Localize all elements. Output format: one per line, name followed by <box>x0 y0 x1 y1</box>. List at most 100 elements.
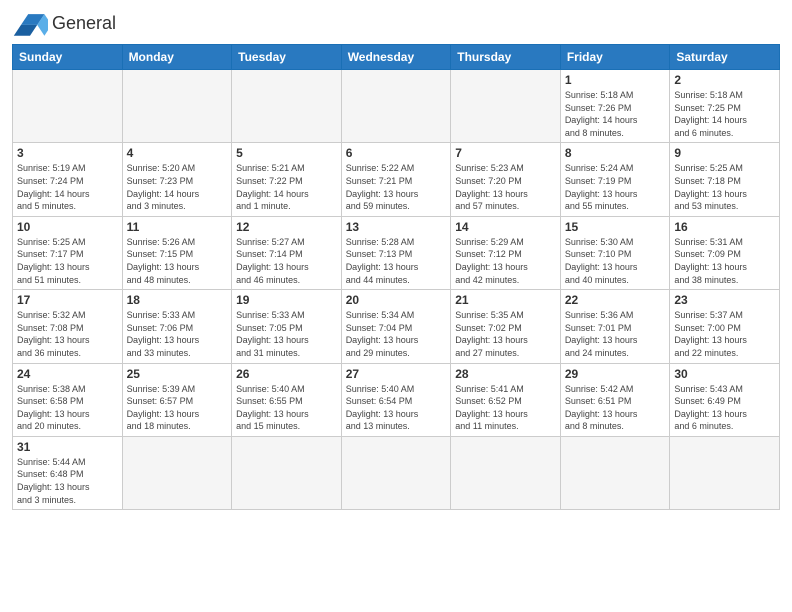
day-number: 25 <box>127 367 228 381</box>
day-info: Sunrise: 5:22 AM Sunset: 7:21 PM Dayligh… <box>346 162 447 212</box>
calendar-cell <box>451 70 561 143</box>
calendar-cell: 22 Sunrise: 5:36 AM Sunset: 7:01 PM Dayli… <box>560 290 670 363</box>
day-number: 12 <box>236 220 337 234</box>
day-info: Sunrise: 5:25 AM Sunset: 7:17 PM Dayligh… <box>17 236 118 286</box>
calendar-cell <box>560 436 670 509</box>
day-number: 3 <box>17 146 118 160</box>
day-number: 20 <box>346 293 447 307</box>
day-info: Sunrise: 5:32 AM Sunset: 7:08 PM Dayligh… <box>17 309 118 359</box>
logo-icon <box>12 10 48 38</box>
day-number: 29 <box>565 367 666 381</box>
day-number: 4 <box>127 146 228 160</box>
day-info: Sunrise: 5:36 AM Sunset: 7:01 PM Dayligh… <box>565 309 666 359</box>
day-number: 24 <box>17 367 118 381</box>
week-row-5: 24Sunrise: 5:38 AM Sunset: 6:58 PM Dayli… <box>13 363 780 436</box>
day-number: 30 <box>674 367 775 381</box>
calendar-cell: 23 Sunrise: 5:37 AM Sunset: 7:00 PM Dayli… <box>670 290 780 363</box>
day-info: Sunrise: 5:39 AM Sunset: 6:57 PM Dayligh… <box>127 383 228 433</box>
logo: General <box>12 10 116 38</box>
day-number: 23 <box>674 293 775 307</box>
calendar-cell: 30Sunrise: 5:43 AM Sunset: 6:49 PM Dayli… <box>670 363 780 436</box>
calendar-cell: 7 Sunrise: 5:23 AM Sunset: 7:20 PM Daylig… <box>451 143 561 216</box>
weekday-header-wednesday: Wednesday <box>341 45 451 70</box>
weekday-header-monday: Monday <box>122 45 232 70</box>
calendar-cell <box>122 436 232 509</box>
calendar-cell: 9Sunrise: 5:25 AM Sunset: 7:18 PM Daylig… <box>670 143 780 216</box>
calendar-cell: 18Sunrise: 5:33 AM Sunset: 7:06 PM Dayli… <box>122 290 232 363</box>
week-row-4: 17 Sunrise: 5:32 AM Sunset: 7:08 PM Dayli… <box>13 290 780 363</box>
week-row-1: 1Sunrise: 5:18 AM Sunset: 7:26 PM Daylig… <box>13 70 780 143</box>
calendar-cell: 28Sunrise: 5:41 AM Sunset: 6:52 PM Dayli… <box>451 363 561 436</box>
day-info: Sunrise: 5:28 AM Sunset: 7:13 PM Dayligh… <box>346 236 447 286</box>
weekday-header-row: SundayMondayTuesdayWednesdayThursdayFrid… <box>13 45 780 70</box>
day-info: Sunrise: 5:29 AM Sunset: 7:12 PM Dayligh… <box>455 236 556 286</box>
weekday-header-sunday: Sunday <box>13 45 123 70</box>
calendar-cell <box>341 436 451 509</box>
day-number: 21 <box>455 293 556 307</box>
day-info: Sunrise: 5:27 AM Sunset: 7:14 PM Dayligh… <box>236 236 337 286</box>
calendar-cell: 13 Sunrise: 5:28 AM Sunset: 7:13 PM Dayli… <box>341 216 451 289</box>
calendar-cell: 20 Sunrise: 5:34 AM Sunset: 7:04 PM Dayli… <box>341 290 451 363</box>
day-number: 19 <box>236 293 337 307</box>
calendar-cell: 25 Sunrise: 5:39 AM Sunset: 6:57 PM Dayli… <box>122 363 232 436</box>
logo-text: General <box>52 14 116 34</box>
calendar-cell: 4Sunrise: 5:20 AM Sunset: 7:23 PM Daylig… <box>122 143 232 216</box>
day-number: 11 <box>127 220 228 234</box>
calendar-cell <box>341 70 451 143</box>
calendar-cell: 12 Sunrise: 5:27 AM Sunset: 7:14 PM Dayli… <box>232 216 342 289</box>
calendar-cell <box>232 70 342 143</box>
day-number: 26 <box>236 367 337 381</box>
weekday-header-friday: Friday <box>560 45 670 70</box>
day-number: 10 <box>17 220 118 234</box>
day-number: 27 <box>346 367 447 381</box>
calendar-cell: 15 Sunrise: 5:30 AM Sunset: 7:10 PM Dayli… <box>560 216 670 289</box>
day-info: Sunrise: 5:30 AM Sunset: 7:10 PM Dayligh… <box>565 236 666 286</box>
calendar-cell <box>122 70 232 143</box>
day-number: 2 <box>674 73 775 87</box>
day-number: 7 <box>455 146 556 160</box>
day-info: Sunrise: 5:31 AM Sunset: 7:09 PM Dayligh… <box>674 236 775 286</box>
day-info: Sunrise: 5:33 AM Sunset: 7:06 PM Dayligh… <box>127 309 228 359</box>
day-info: Sunrise: 5:23 AM Sunset: 7:20 PM Dayligh… <box>455 162 556 212</box>
page: General SundayMondayTuesdayWednesdayThur… <box>0 0 792 612</box>
calendar: SundayMondayTuesdayWednesdayThursdayFrid… <box>12 44 780 510</box>
day-number: 13 <box>346 220 447 234</box>
calendar-cell: 3 Sunrise: 5:19 AM Sunset: 7:24 PM Daylig… <box>13 143 123 216</box>
calendar-cell: 26 Sunrise: 5:40 AM Sunset: 6:55 PM Dayli… <box>232 363 342 436</box>
calendar-cell: 14 Sunrise: 5:29 AM Sunset: 7:12 PM Dayli… <box>451 216 561 289</box>
header: General <box>12 10 780 38</box>
week-row-6: 31Sunrise: 5:44 AM Sunset: 6:48 PM Dayli… <box>13 436 780 509</box>
day-info: Sunrise: 5:34 AM Sunset: 7:04 PM Dayligh… <box>346 309 447 359</box>
day-number: 22 <box>565 293 666 307</box>
calendar-cell: 1Sunrise: 5:18 AM Sunset: 7:26 PM Daylig… <box>560 70 670 143</box>
calendar-cell: 2 Sunrise: 5:18 AM Sunset: 7:25 PM Daylig… <box>670 70 780 143</box>
day-info: Sunrise: 5:26 AM Sunset: 7:15 PM Dayligh… <box>127 236 228 286</box>
calendar-cell: 24Sunrise: 5:38 AM Sunset: 6:58 PM Dayli… <box>13 363 123 436</box>
calendar-cell: 6 Sunrise: 5:22 AM Sunset: 7:21 PM Daylig… <box>341 143 451 216</box>
day-info: Sunrise: 5:40 AM Sunset: 6:55 PM Dayligh… <box>236 383 337 433</box>
day-info: Sunrise: 5:37 AM Sunset: 7:00 PM Dayligh… <box>674 309 775 359</box>
weekday-header-tuesday: Tuesday <box>232 45 342 70</box>
day-info: Sunrise: 5:25 AM Sunset: 7:18 PM Dayligh… <box>674 162 775 212</box>
day-number: 6 <box>346 146 447 160</box>
week-row-3: 10 Sunrise: 5:25 AM Sunset: 7:17 PM Dayli… <box>13 216 780 289</box>
day-info: Sunrise: 5:21 AM Sunset: 7:22 PM Dayligh… <box>236 162 337 212</box>
day-info: Sunrise: 5:19 AM Sunset: 7:24 PM Dayligh… <box>17 162 118 212</box>
calendar-cell: 31Sunrise: 5:44 AM Sunset: 6:48 PM Dayli… <box>13 436 123 509</box>
day-number: 5 <box>236 146 337 160</box>
day-info: Sunrise: 5:35 AM Sunset: 7:02 PM Dayligh… <box>455 309 556 359</box>
day-number: 17 <box>17 293 118 307</box>
day-number: 1 <box>565 73 666 87</box>
calendar-cell: 17 Sunrise: 5:32 AM Sunset: 7:08 PM Dayli… <box>13 290 123 363</box>
day-info: Sunrise: 5:33 AM Sunset: 7:05 PM Dayligh… <box>236 309 337 359</box>
calendar-cell <box>13 70 123 143</box>
calendar-cell <box>451 436 561 509</box>
day-number: 14 <box>455 220 556 234</box>
day-info: Sunrise: 5:18 AM Sunset: 7:25 PM Dayligh… <box>674 89 775 139</box>
day-number: 15 <box>565 220 666 234</box>
calendar-cell: 16Sunrise: 5:31 AM Sunset: 7:09 PM Dayli… <box>670 216 780 289</box>
calendar-cell: 19 Sunrise: 5:33 AM Sunset: 7:05 PM Dayli… <box>232 290 342 363</box>
calendar-cell: 29 Sunrise: 5:42 AM Sunset: 6:51 PM Dayli… <box>560 363 670 436</box>
week-row-2: 3 Sunrise: 5:19 AM Sunset: 7:24 PM Daylig… <box>13 143 780 216</box>
day-info: Sunrise: 5:42 AM Sunset: 6:51 PM Dayligh… <box>565 383 666 433</box>
